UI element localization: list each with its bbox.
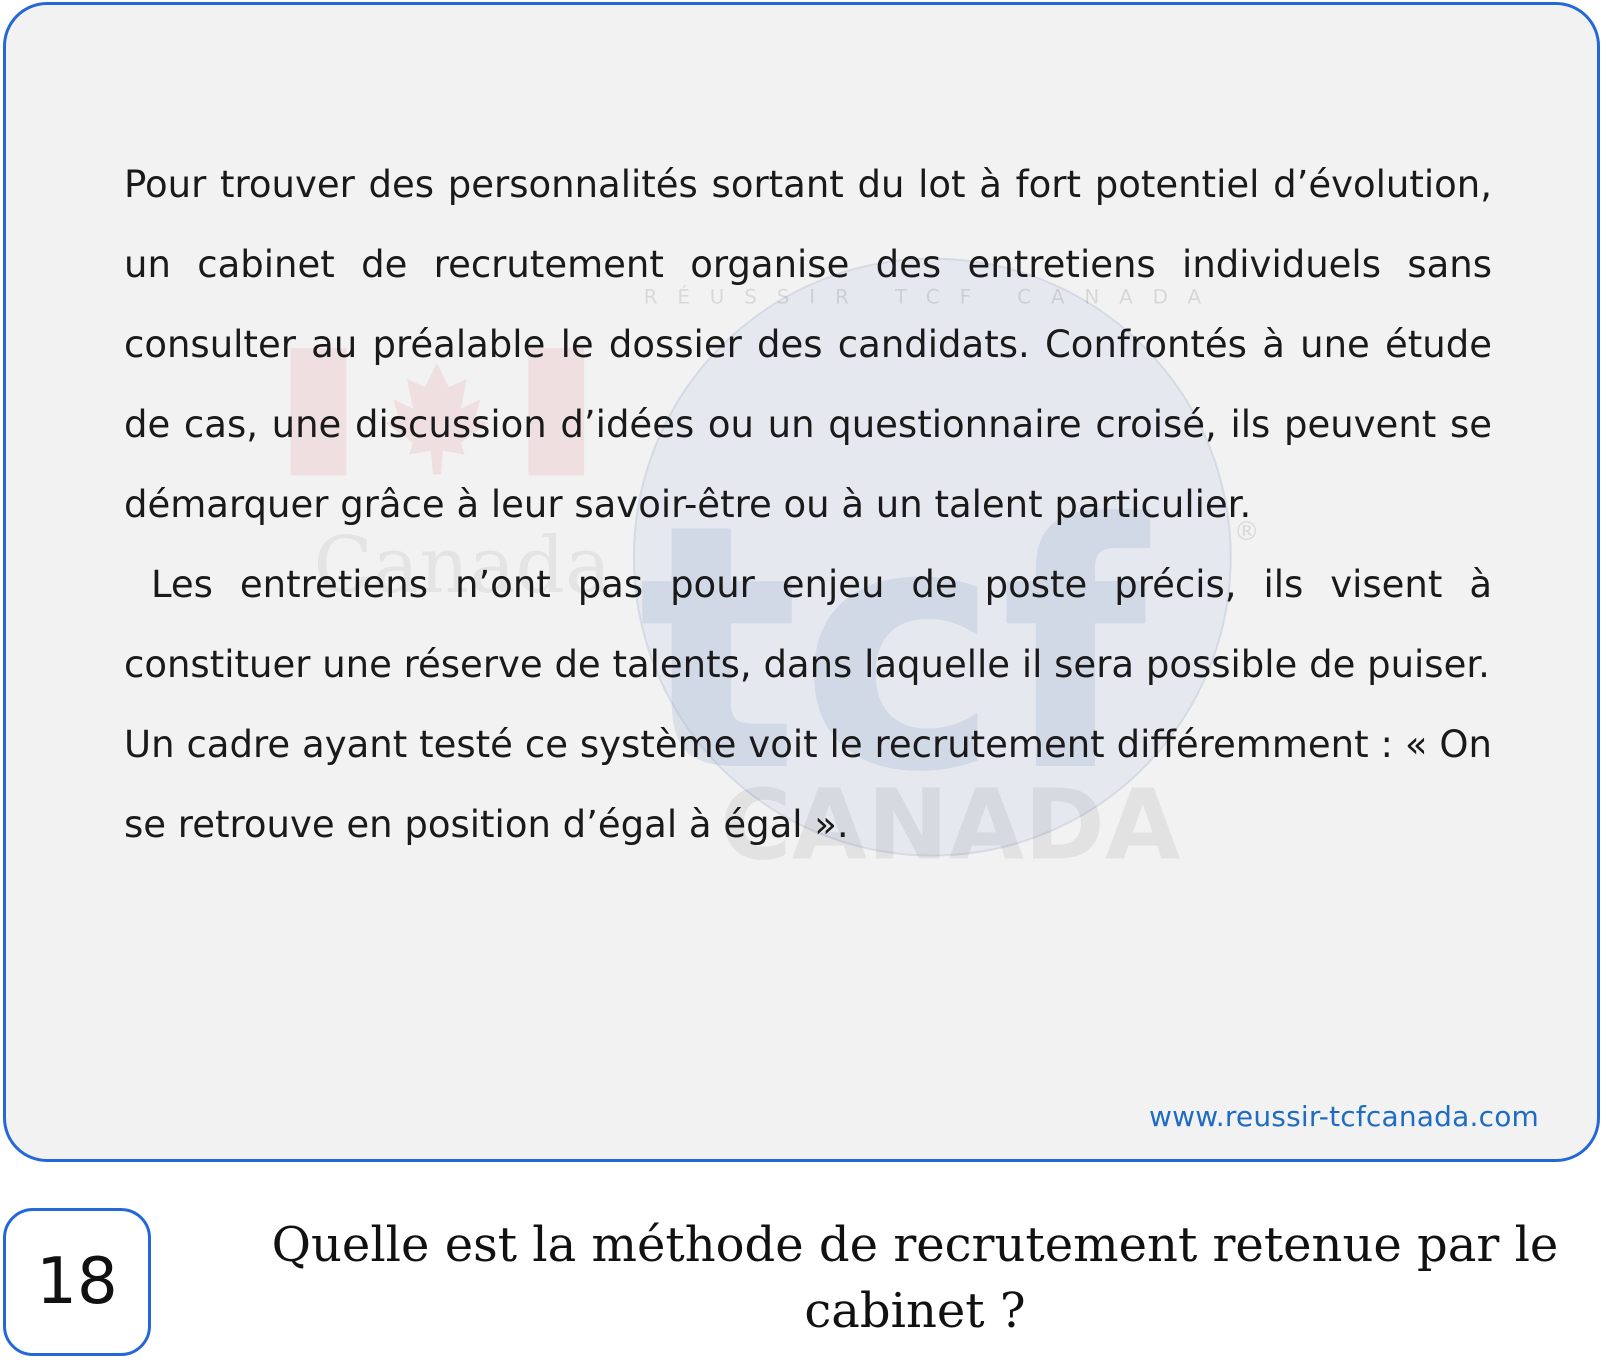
passage-paragraph-3: Un cadre ayant testé ce système voit le … [124,723,1492,846]
passage-text: Pour trouver des personnalités sortant d… [124,145,1492,865]
passage-paragraph-2: Les entretiens n’ont pas pour enjeu de p… [124,563,1504,686]
question-number-badge: 18 [3,1208,151,1356]
passage-card: Canada RÉUSSIR TCF CANADA tcf ® CANADA P… [3,2,1600,1162]
question-text: Quelle est la méthode de recrutement ret… [271,1217,1559,1339]
passage-paragraph-1: Pour trouver des personnalités sortant d… [124,163,1492,526]
source-website-link[interactable]: www.reussir-tcfcanada.com [1149,1100,1539,1133]
